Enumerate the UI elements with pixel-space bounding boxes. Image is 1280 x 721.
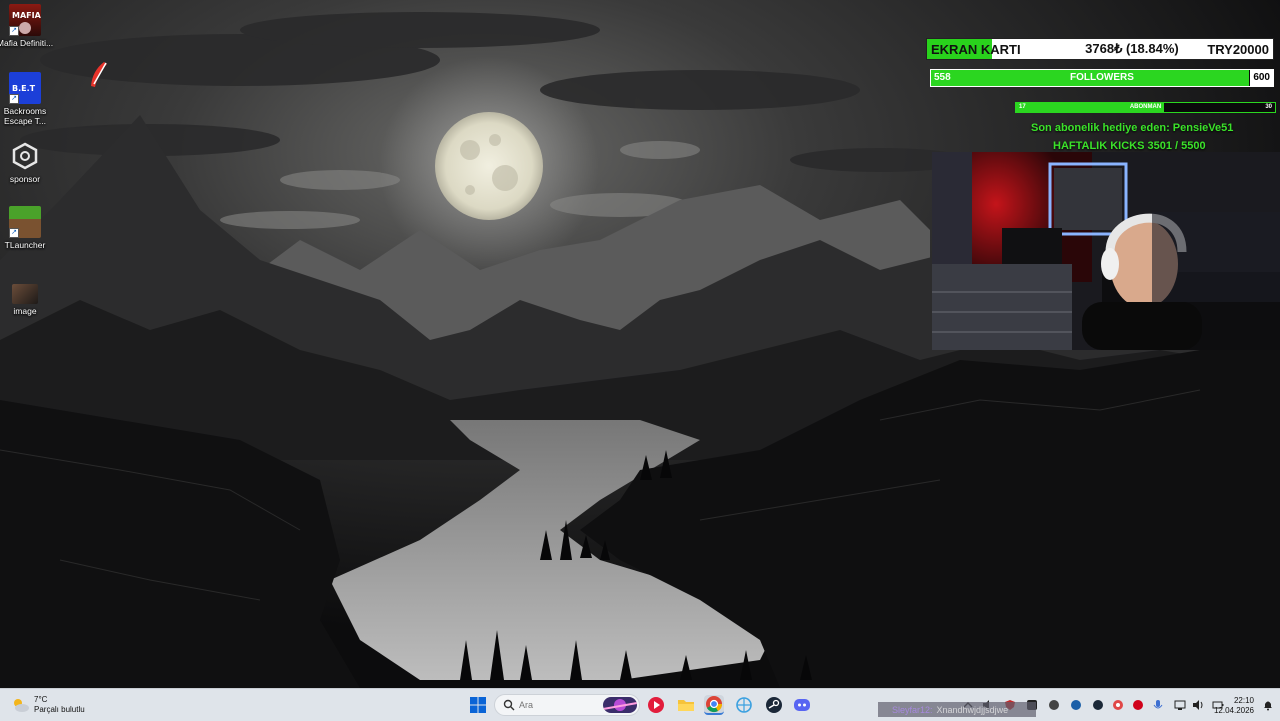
weekly-kicks-text: HAFTALIK KICKS 3501 / 5500 bbox=[1053, 140, 1206, 152]
donation-goal-progress: 3768₺ (18.84%) bbox=[1085, 41, 1179, 56]
last-gift-subscriber-text: Son abonelik hediye eden: PensieVe51 bbox=[1031, 122, 1234, 134]
desktop-icon-label: sponsor bbox=[9, 174, 41, 184]
desktop-icon-sponsor[interactable]: sponsor bbox=[0, 140, 54, 184]
taskbar-app-opera-gx[interactable] bbox=[646, 695, 666, 715]
app-icon[interactable] bbox=[1112, 699, 1124, 711]
donation-goal-target: TRY20000 bbox=[1207, 41, 1269, 57]
backrooms-game-icon: B.E.T ↗ bbox=[9, 72, 41, 104]
app-icon[interactable] bbox=[1048, 699, 1060, 711]
weather-description: Parçalı bulutlu bbox=[34, 705, 85, 714]
windows-start-icon bbox=[470, 697, 486, 713]
desktop-icon-label: image bbox=[13, 306, 37, 316]
sponsor-app-icon bbox=[9, 140, 41, 172]
clock-date: 12.04.2026 bbox=[1213, 706, 1254, 715]
followers-goal-count: 600 bbox=[1250, 70, 1273, 86]
discord-icon bbox=[794, 699, 810, 711]
partly-cloudy-icon bbox=[14, 699, 29, 712]
app-icon[interactable] bbox=[1070, 699, 1082, 711]
opera-gx-icon bbox=[648, 697, 664, 713]
subscriber-current-count: 17 bbox=[1019, 104, 1026, 110]
minecraft-grass-icon: ↗ bbox=[9, 206, 41, 238]
desktop-icon-backrooms[interactable]: B.E.T ↗ Backrooms Escape T... bbox=[0, 72, 54, 126]
taskbar-app-steam[interactable] bbox=[764, 695, 784, 715]
clock-time: 22:10 bbox=[1233, 696, 1254, 705]
desktop-icon-label: Mafia Definiti... bbox=[0, 38, 54, 48]
donation-goal-label: EKRAN KARTI bbox=[931, 41, 1021, 57]
record-icon[interactable] bbox=[1132, 699, 1144, 711]
file-explorer-icon bbox=[678, 700, 694, 711]
steam-tray-icon[interactable] bbox=[1092, 699, 1104, 711]
desktop-icon-tlauncher[interactable]: ↗ TLauncher bbox=[0, 206, 54, 250]
subscriber-goal-count: 30 bbox=[1265, 104, 1272, 110]
taskbar: 7°C Parçalı bulutlu Ara 22:10 12.04.2026 bbox=[0, 688, 1280, 721]
search-input[interactable] bbox=[519, 699, 599, 711]
followers-current-count: 558 bbox=[934, 72, 951, 83]
taskbar-app-discord[interactable] bbox=[792, 695, 812, 715]
image-file-icon bbox=[12, 284, 38, 304]
mafia-game-icon: MAFIA ↗ bbox=[9, 4, 42, 36]
followers-goal-label: FOLLOWERS bbox=[1070, 72, 1134, 83]
weather-temperature: 7°C bbox=[34, 695, 48, 704]
stream-chat-message: Sleyfar12: Xnandhwjdjjsdjwe bbox=[878, 702, 1036, 717]
windows-start-button[interactable] bbox=[468, 695, 488, 715]
network-app-icon bbox=[736, 697, 752, 713]
network-icon[interactable] bbox=[1174, 699, 1186, 711]
chat-text: Xnandhwjdjjsdjwe bbox=[936, 704, 1009, 715]
chat-username: Sleyfar12: bbox=[892, 704, 933, 715]
followers-goal-bar: FOLLOWERS 558 600 bbox=[930, 69, 1274, 87]
taskbar-app-file-explorer[interactable] bbox=[676, 695, 696, 715]
svg-text:MAFIA: MAFIA bbox=[12, 11, 41, 20]
subscriber-goal-label: ABONMAN bbox=[1129, 104, 1162, 110]
svg-text:B.E.T: B.E.T bbox=[12, 84, 36, 93]
desktop-icon-label: TLauncher bbox=[4, 240, 46, 250]
taskbar-search-box[interactable] bbox=[494, 694, 640, 716]
subscriber-goal-bar: ABONMAN 17 30 bbox=[1015, 102, 1276, 113]
search-highlight-image bbox=[603, 697, 637, 713]
system-clock[interactable]: 22:10 12.04.2026 bbox=[1214, 696, 1254, 716]
webcam-feed bbox=[932, 152, 1280, 350]
taskbar-app-chrome[interactable] bbox=[704, 695, 724, 715]
donation-goal-bar: EKRAN KARTI 3768₺ (18.84%) TRY20000 bbox=[926, 38, 1274, 60]
notification-bell-icon[interactable] bbox=[1262, 699, 1274, 711]
desktop-icon-mafia[interactable]: MAFIA ↗ Mafia Definiti... bbox=[0, 4, 54, 48]
weather-widget[interactable]: 7°C Parçalı bulutlu bbox=[10, 694, 85, 716]
microphone-icon[interactable] bbox=[1152, 699, 1164, 711]
volume-icon[interactable] bbox=[1192, 699, 1204, 711]
red-feather-logo-icon[interactable] bbox=[86, 60, 112, 90]
desktop-icon-image[interactable]: image bbox=[0, 284, 54, 316]
steam-icon bbox=[766, 697, 782, 713]
search-icon bbox=[503, 699, 515, 711]
desktop-icon-label: Backrooms Escape T... bbox=[3, 106, 47, 126]
taskbar-app-network[interactable] bbox=[734, 695, 754, 715]
chrome-icon bbox=[706, 696, 723, 713]
